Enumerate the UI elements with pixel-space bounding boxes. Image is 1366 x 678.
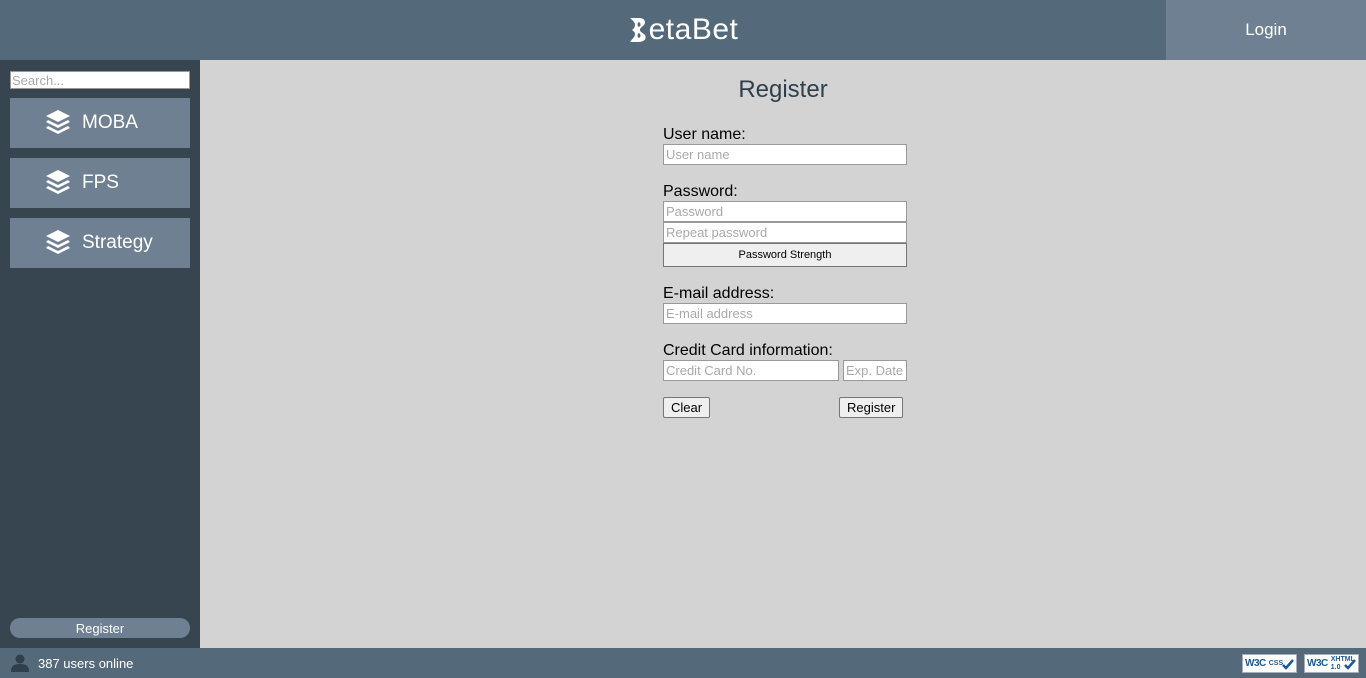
brand-b-icon: [629, 18, 646, 42]
users-online-count: 387 users online: [38, 655, 134, 671]
card-exp-date-input[interactable]: [843, 360, 907, 381]
credit-card-label: Credit Card information:: [663, 342, 833, 359]
login-button[interactable]: Login: [1166, 0, 1366, 60]
sidebar-item-label: Strategy: [82, 232, 153, 253]
sidebar-register-button[interactable]: Register: [10, 618, 190, 638]
sidebar-item-fps[interactable]: FPS: [10, 158, 190, 208]
main-content: Register User name: Password: Password S…: [200, 60, 1366, 648]
password-input[interactable]: [663, 201, 907, 222]
w3c-css-badge[interactable]: W3C CSS: [1242, 654, 1297, 673]
sidebar-item-strategy[interactable]: Strategy: [10, 218, 190, 268]
register-button[interactable]: Register: [839, 397, 904, 418]
credit-card-number-input[interactable]: [663, 360, 839, 381]
password-strength-meter: Password Strength: [663, 243, 907, 267]
header: etaBet Login: [0, 0, 1366, 60]
layers-icon: [46, 170, 70, 194]
repeat-password-input[interactable]: [663, 222, 907, 243]
sidebar-item-label: FPS: [82, 172, 119, 193]
sidebar: MOBA FPS Strategy Register: [0, 60, 200, 648]
search-input[interactable]: [10, 71, 190, 89]
layers-icon: [46, 230, 70, 254]
username-label: User name:: [663, 126, 746, 143]
page-title: Register: [738, 76, 828, 103]
clear-button[interactable]: Clear: [663, 397, 711, 418]
users-online-status: 387 users online: [10, 648, 133, 678]
check-icon: [1282, 659, 1294, 670]
username-input[interactable]: [663, 144, 907, 165]
w3c-label: W3C: [1307, 658, 1328, 669]
w3c-label: W3C: [1245, 658, 1266, 669]
user-icon: [11, 654, 29, 672]
brand-logo[interactable]: etaBet: [0, 0, 1366, 60]
w3c-xhtml-badge[interactable]: W3C XHTML 1.0: [1304, 654, 1359, 673]
brand-name: etaBet: [648, 13, 739, 46]
footer: 387 users online W3C CSS W3C XHTML 1.0: [0, 648, 1366, 678]
sidebar-item-moba[interactable]: MOBA: [10, 98, 190, 148]
check-icon: [1344, 659, 1356, 670]
password-label: Password:: [663, 183, 738, 200]
layers-icon: [46, 110, 70, 134]
sidebar-item-label: MOBA: [82, 112, 138, 133]
email-label: E-mail address:: [663, 285, 775, 302]
email-input[interactable]: [663, 303, 907, 324]
